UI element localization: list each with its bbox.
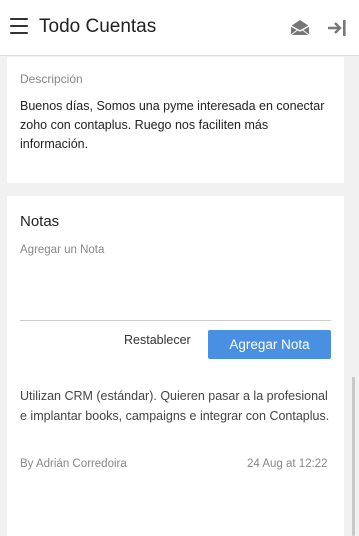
exit-icon[interactable]	[327, 18, 347, 38]
description-label: Descripción	[20, 72, 83, 86]
description-card: Descripción Buenos días, Somos una pyme …	[7, 57, 344, 183]
note-input[interactable]	[20, 244, 331, 321]
note-date: 24 Aug at 12:22	[247, 458, 328, 470]
mail-icon[interactable]	[290, 18, 310, 36]
reset-button[interactable]: Restablecer	[124, 333, 191, 347]
notes-card: Notas Restablecer Agregar Nota Utilizan …	[7, 196, 344, 536]
description-text: Buenos días, Somos una pyme interesada e…	[20, 99, 325, 151]
notes-title: Notas	[20, 213, 60, 230]
scrollbar[interactable]	[352, 377, 355, 536]
add-note-button[interactable]: Agregar Nota	[208, 330, 331, 359]
note-text: Utilizan CRM (estándar). Quieren pasar a…	[20, 389, 330, 423]
page-title: Todo Cuentas	[39, 16, 157, 37]
app-header: Todo Cuentas	[0, 0, 359, 56]
menu-icon[interactable]	[10, 18, 28, 34]
note-author: By Adrián Corredoira	[20, 458, 127, 470]
